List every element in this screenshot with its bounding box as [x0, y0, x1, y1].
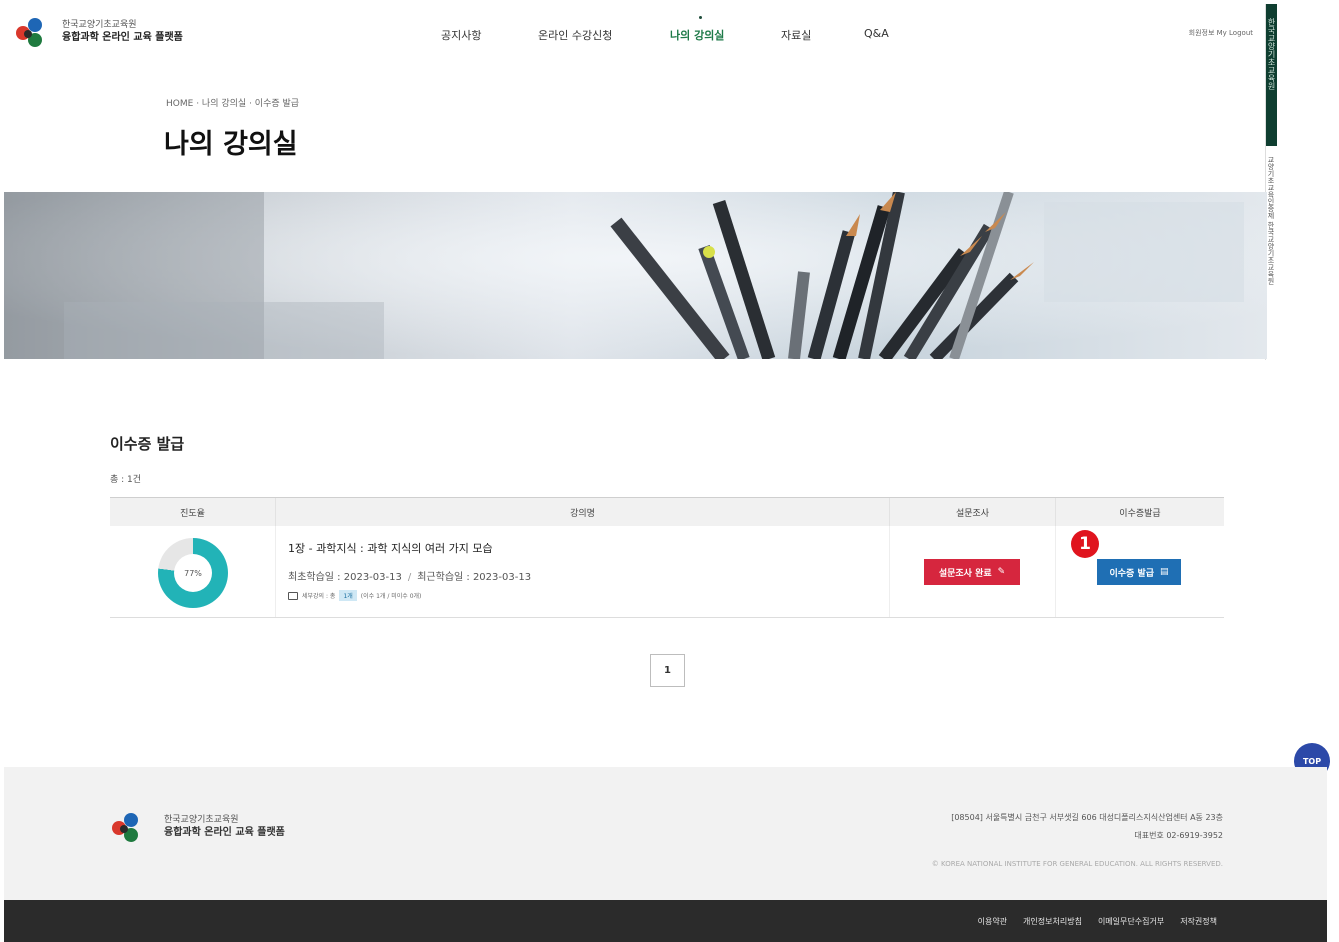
footer-link-copyright[interactable]: 저작권정책 [1180, 916, 1217, 927]
pagination-current-page[interactable]: 1 [650, 654, 685, 687]
breadcrumb-home[interactable]: HOME [166, 99, 193, 109]
pencil-icon: ✎ [997, 567, 1006, 577]
survey-cell: 설문조사 완료 ✎ [890, 526, 1056, 617]
course-title[interactable]: 1장 - 과학지식 : 과학 지식의 여러 가지 모습 [288, 540, 493, 556]
last-study-date: 최근학습일 : 2023-03-13 [417, 572, 532, 583]
breadcrumb: HOME · 나의 강의실 · 이수증 발급 [166, 99, 300, 109]
document-icon: ▤ [1160, 567, 1169, 577]
cert-button-label: 이수증 발급 [1109, 568, 1155, 579]
col-survey: 설문조사 [890, 498, 1056, 526]
lecture-icon [288, 591, 298, 600]
course-dates: 최초학습일 : 2023-03-13/최근학습일 : 2023-03-13 [288, 572, 532, 583]
issue-certificate-button[interactable]: 이수증 발급 ▤ [1097, 559, 1181, 585]
footer-brand: 한국교양기초교육원 융합과학 온라인 교육 플랫폼 [164, 815, 285, 839]
course-meta: 세부강의 : 총 1개 (이수 1개 / 미이수 0개) [288, 590, 421, 601]
footer-links: 이용약관 개인정보처리방침 이메일무단수집거부 저작권정책 [978, 916, 1217, 927]
pencils-illustration [4, 192, 1267, 359]
util-links[interactable]: 회원정보 My Logout [1189, 28, 1253, 38]
nav-resources[interactable]: 자료실 [781, 27, 811, 43]
certificate-table: 진도율 강의명 설문조사 이수증발급 77% 1장 - 과학지식 : 과학 지식… [110, 497, 1224, 618]
nav-my-classroom[interactable]: 나의 강의실 [670, 27, 724, 43]
survey-complete-button[interactable]: 설문조사 완료 ✎ [924, 559, 1020, 585]
total-count: 총 : 1건 [110, 475, 142, 485]
footer-copyright: © KOREA NATIONAL INSTITUTE FOR GENERAL E… [931, 860, 1223, 868]
section-title: 이수증 발급 [110, 435, 185, 453]
rail-secondary-tab[interactable]: 교양기초교육인증제 한국교양기초교육원 [1266, 146, 1276, 356]
footer-link-privacy[interactable]: 개인정보처리방침 [1023, 916, 1082, 927]
step-marker-badge: 1 [1071, 530, 1099, 558]
meta-count-badge: 1개 [339, 590, 357, 601]
footer-bottom-bar: 이용약관 개인정보처리방침 이메일무단수집거부 저작권정책 [4, 900, 1327, 942]
footer-address-line: [08504] 서울특별시 금천구 서부샛길 606 대성디폴리스지식산업센터 … [951, 813, 1223, 822]
footer-link-terms[interactable]: 이용약관 [978, 916, 1007, 927]
footer-brand-line2: 융합과학 온라인 교육 플랫폼 [164, 827, 285, 838]
table-header: 진도율 강의명 설문조사 이수증발급 [110, 497, 1224, 526]
nav-notice[interactable]: 공지사항 [441, 27, 481, 43]
footer-phone: 대표번호 02-6919-3952 [1134, 831, 1223, 840]
rail-primary-tab[interactable]: 한국교양기초교육원 [1266, 4, 1277, 146]
brand-line1: 한국교양기초교육원 [62, 20, 137, 30]
table-row: 77% 1장 - 과학지식 : 과학 지식의 여러 가지 모습 최초학습일 : … [110, 526, 1224, 618]
meta-prefix: 세부강의 : 총 [302, 593, 336, 600]
brand-line2: 융합과학 온라인 교육 플랫폼 [62, 32, 183, 43]
site-header: 한국교양기초교육원 융합과학 온라인 교육 플랫폼 공지사항 온라인 수강신청 … [0, 0, 1265, 72]
progress-label: 77% [174, 554, 212, 592]
right-rail: 한국교양기초교육원 교양기초교육인증제 한국교양기초교육원 [1265, 4, 1329, 360]
brand[interactable]: 한국교양기초교육원 융합과학 온라인 교육 플랫폼 [62, 20, 183, 44]
page-title: 나의 강의실 [164, 129, 298, 160]
col-course-name: 강의명 [276, 498, 890, 526]
hero-banner-image [4, 192, 1267, 359]
progress-cell: 77% [110, 526, 276, 617]
meta-suffix: (이수 1개 / 미이수 0개) [360, 593, 422, 600]
site-footer: 한국교양기초교육원 융합과학 온라인 교육 플랫폼 [08504] 서울특별시 … [4, 767, 1327, 900]
footer-link-email-refusal[interactable]: 이메일무단수집거부 [1098, 916, 1164, 927]
col-certificate: 이수증발급 [1119, 508, 1161, 519]
nav-qna[interactable]: Q&A [864, 27, 889, 40]
progress-donut: 77% [158, 538, 228, 608]
col-progress: 진도율 [110, 498, 276, 526]
footer-brand-line1: 한국교양기초교육원 [164, 815, 239, 825]
footer-address: [08504] 서울특별시 금천구 서부샛길 606 대성디폴리스지식산업센터 … [951, 809, 1223, 845]
first-study-date: 최초학습일 : 2023-03-13 [288, 572, 402, 583]
course-cell: 1장 - 과학지식 : 과학 지식의 여러 가지 모습 최초학습일 : 2023… [276, 526, 890, 617]
logo-icon[interactable] [16, 16, 48, 50]
survey-button-label: 설문조사 완료 [938, 568, 992, 579]
footer-logo-icon [112, 811, 144, 845]
active-nav-dot-icon [699, 16, 702, 19]
nav-enroll[interactable]: 온라인 수강신청 [538, 27, 612, 43]
breadcrumb-current: 이수증 발급 [254, 99, 300, 109]
breadcrumb-classroom[interactable]: 나의 강의실 [202, 99, 246, 109]
